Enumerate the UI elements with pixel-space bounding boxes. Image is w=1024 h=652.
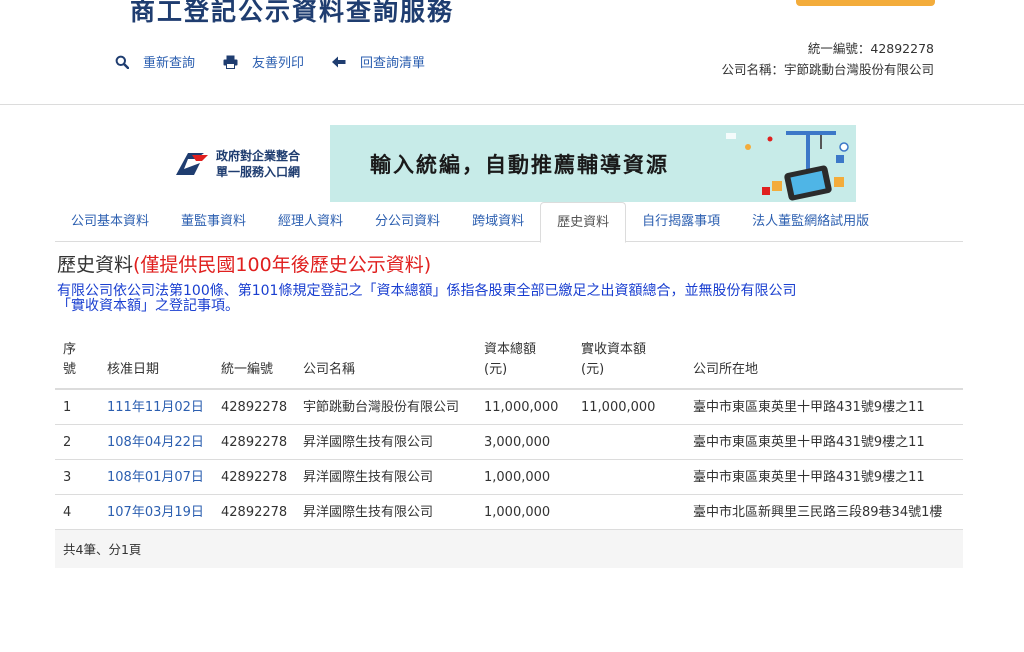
cell-seq: 3 [55, 459, 99, 495]
tab-company-basic[interactable]: 公司基本資料 [55, 202, 165, 242]
cell-capital: 3,000,000 [476, 424, 573, 460]
col-header-name: 公司名稱 [295, 332, 476, 390]
government-portal-logo-icon [176, 152, 208, 175]
banner-logo-line2: 單一服務入口網 [216, 164, 301, 179]
col-header-date: 核准日期 [99, 332, 213, 390]
cell-id: 42892278 [213, 459, 295, 495]
top-button[interactable] [796, 0, 935, 6]
arrow-left-icon [332, 56, 346, 67]
page-header: 商工登記公示資料查詢服務 重新查詢 友善列印 回查詢清單 統一編號：428922… [0, 0, 1024, 105]
search-icon [115, 55, 129, 69]
company-name-line: 公司名稱：宇節跳動台灣股份有限公司 [721, 62, 934, 77]
banner-logo-line1: 政府對企業整合 [216, 148, 301, 163]
print-button[interactable]: 友善列印 [223, 52, 304, 71]
cell-seq: 4 [55, 494, 99, 530]
section-title-main: 歷史資料 [57, 254, 134, 276]
print-label: 友善列印 [252, 56, 305, 71]
banner-slogan: 輸入統編，自動推薦輔導資源 [370, 153, 669, 177]
printer-icon [223, 55, 238, 69]
company-id-line: 統一編號：42892278 [807, 41, 934, 56]
notice-line-1: 有限公司依公司法第100條、第101條規定登記之「資本總額」係指各股東全部已繳足… [57, 283, 797, 299]
col-header-capital: 資本總額 (元) [476, 332, 573, 390]
col-header-paid: 實收資本額 (元) [573, 332, 685, 390]
tab-self-disclosure[interactable]: 自行揭露事項 [626, 202, 736, 242]
cell-address: 臺中市北區新興里三民路三段89巷34號1樓 [685, 494, 963, 530]
approval-date-link[interactable]: 107年03月19日 [107, 505, 204, 520]
site-title: 商工登記公示資料查詢服務 [130, 0, 455, 26]
banner-illustration-icon [726, 131, 849, 201]
back-to-list-label: 回查詢清單 [360, 56, 426, 71]
approval-date-link[interactable]: 111年11月02日 [107, 400, 204, 415]
banner-logo-text: 政府對企業整合 單一服務入口網 [216, 148, 300, 180]
cell-address: 臺中市東區東英里十甲路431號9樓之11 [685, 389, 963, 425]
tab-director-network[interactable]: 法人董監網絡試用版 [736, 202, 885, 242]
requery-label: 重新查詢 [143, 56, 196, 71]
tab-branches[interactable]: 分公司資料 [359, 202, 456, 242]
capital-notice: 有限公司依公司法第100條、第101條規定登記之「資本總額」係指各股東全部已繳足… [57, 284, 972, 314]
history-table: 序號 核准日期 統一編號 公司名稱 資本總額 (元) 實收資本額 (元) 公司所在地… [55, 332, 963, 568]
cell-id: 42892278 [213, 494, 295, 530]
cell-capital: 1,000,000 [476, 459, 573, 495]
promo-banner[interactable]: 政府對企業整合 單一服務入口網 輸入統編，自動推薦輔導資源 [168, 125, 856, 202]
tab-cross-domain[interactable]: 跨域資料 [456, 202, 540, 242]
cell-capital: 1,000,000 [476, 494, 573, 530]
cell-id: 42892278 [213, 424, 295, 460]
cell-paid [573, 424, 685, 460]
cell-name: 昇洋國際生技有限公司 [295, 459, 476, 495]
tab-managers[interactable]: 經理人資料 [262, 202, 359, 242]
section-title: 歷史資料(僅提供民國100年後歷史公示資料) [57, 250, 431, 277]
table-row: 3 108年01月07日 42892278 昇洋國際生技有限公司 1,000,0… [55, 459, 963, 495]
banner-logo-area: 政府對企業整合 單一服務入口網 [168, 125, 330, 202]
requery-button[interactable]: 重新查詢 [115, 52, 195, 71]
notice-line-2: 「實收資本額」之登記事項。 [57, 298, 239, 314]
table-header-row: 序號 核准日期 統一編號 公司名稱 資本總額 (元) 實收資本額 (元) 公司所在地 [55, 332, 963, 390]
cell-id: 42892278 [213, 389, 295, 425]
table-row: 1 111年11月02日 42892278 宇節跳動台灣股份有限公司 11,00… [55, 389, 963, 425]
back-to-list-button[interactable]: 回查詢清單 [332, 52, 425, 71]
tab-directors[interactable]: 董監事資料 [165, 202, 262, 242]
cell-capital: 11,000,000 [476, 389, 573, 425]
cell-address: 臺中市東區東英里十甲路431號9樓之11 [685, 424, 963, 460]
tab-bar: 公司基本資料 董監事資料 經理人資料 分公司資料 跨域資料 歷史資料 自行揭露事… [55, 202, 963, 243]
cell-seq: 2 [55, 424, 99, 460]
tab-history[interactable]: 歷史資料 [540, 202, 627, 243]
col-header-id: 統一編號 [213, 332, 295, 390]
cell-paid [573, 494, 685, 530]
table-row: 4 107年03月19日 42892278 昇洋國際生技有限公司 1,000,0… [55, 494, 963, 530]
banner-slogan-area: 輸入統編，自動推薦輔導資源 [330, 125, 856, 202]
cell-name: 昇洋國際生技有限公司 [295, 424, 476, 460]
cell-paid: 11,000,000 [573, 389, 685, 425]
cell-address: 臺中市東區東英里十甲路431號9樓之11 [685, 459, 963, 495]
cell-name: 昇洋國際生技有限公司 [295, 494, 476, 530]
col-header-seq: 序號 [55, 332, 99, 390]
cell-seq: 1 [55, 389, 99, 425]
table-row: 2 108年04月22日 42892278 昇洋國際生技有限公司 3,000,0… [55, 424, 963, 460]
col-header-address: 公司所在地 [685, 332, 963, 390]
approval-date-link[interactable]: 108年04月22日 [107, 435, 204, 450]
cell-paid [573, 459, 685, 495]
table-footer-row: 共4筆、分1頁 [55, 529, 963, 568]
pagination-summary: 共4筆、分1頁 [55, 529, 963, 568]
toolbar: 重新查詢 友善列印 回查詢清單 [115, 52, 453, 71]
cell-name: 宇節跳動台灣股份有限公司 [295, 389, 476, 425]
approval-date-link[interactable]: 108年01月07日 [107, 470, 204, 485]
company-info: 統一編號：42892278 公司名稱：宇節跳動台灣股份有限公司 [721, 38, 934, 80]
section-title-note: (僅提供民國100年後歷史公示資料) [133, 254, 432, 276]
